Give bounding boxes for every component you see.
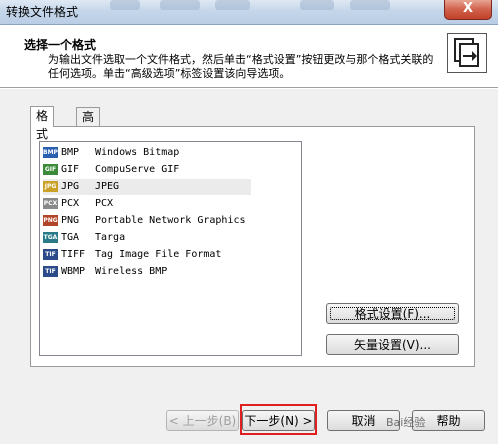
format-ext: PCX — [61, 198, 80, 209]
close-button[interactable]: X — [444, 0, 492, 20]
wizard-header: 选择一个格式 为输出文件选取一个文件格式，然后单击“格式设置”按钮更改与那个格式… — [0, 25, 498, 88]
format-desc: CompuServe GIF — [95, 164, 180, 175]
vector-settings-button[interactable]: 矢量设置(V)... — [326, 334, 459, 355]
blurred-background — [350, 0, 390, 10]
button-label: 格式设置(F)... — [354, 307, 431, 321]
format-desc: JPEG — [95, 181, 120, 192]
blurred-background — [215, 0, 250, 10]
header-separator — [0, 88, 498, 89]
window-title: 转换文件格式 — [6, 5, 79, 19]
format-desc: PCX — [95, 198, 114, 209]
bmp-icon: BMP — [43, 147, 58, 158]
format-desc: Wireless BMP — [95, 266, 168, 277]
list-item-selected[interactable]: JPG JPG JPEG — [43, 179, 251, 195]
step-description: 为输出文件选取一个文件格式，然后单击“格式设置”按钮更改与那个格式关联的任何选项… — [48, 53, 434, 80]
convert-files-icon — [447, 33, 487, 73]
format-settings-button[interactable]: 格式设置(F)... — [326, 303, 459, 324]
button-label: 取消 — [351, 414, 376, 428]
list-item[interactable]: BMP BMP Windows Bitmap — [43, 145, 251, 161]
tab-format[interactable]: 格式 — [30, 106, 55, 141]
gif-icon: GIF — [43, 164, 58, 175]
pcx-icon: PCX — [43, 198, 58, 209]
list-item[interactable]: TGA TGA Targa — [43, 230, 251, 246]
format-desc: Windows Bitmap — [95, 147, 180, 158]
list-item[interactable]: PNG PNG Portable Network Graphics — [43, 213, 251, 229]
title-bar: 转换文件格式 X — [0, 0, 498, 25]
tab-advanced-options[interactable]: 高级选项 — [76, 107, 101, 178]
format-desc: Tag Image File Format — [95, 249, 222, 260]
button-label: < 上一步(B) — [168, 414, 237, 428]
wbmp-icon: TIF — [43, 266, 58, 277]
tab-label: 格式 — [36, 109, 49, 141]
format-ext: JPG — [61, 181, 80, 192]
format-ext: TIFF — [61, 249, 86, 260]
button-label: 矢量设置(V)... — [353, 338, 432, 352]
format-list[interactable]: BMP BMP Windows Bitmap GIF GIF CompuServ… — [39, 141, 302, 356]
step-title: 选择一个格式 — [24, 38, 97, 52]
list-item[interactable]: PCX PCX PCX — [43, 196, 251, 212]
format-ext: GIF — [61, 164, 80, 175]
list-item[interactable]: GIF GIF CompuServe GIF — [43, 162, 251, 178]
back-button[interactable]: < 上一步(B) — [166, 410, 239, 431]
tga-icon: TGA — [43, 232, 58, 243]
blurred-background — [300, 0, 334, 10]
tiff-icon: TIF — [43, 249, 58, 260]
format-ext: TGA — [61, 232, 80, 243]
button-label: 帮助 — [436, 414, 461, 428]
format-ext: PNG — [61, 215, 80, 226]
format-ext: BMP — [61, 147, 80, 158]
close-icon: X — [462, 1, 474, 16]
highlight-box — [240, 404, 317, 435]
list-item[interactable]: TIF TIFF Tag Image File Format — [43, 247, 251, 263]
list-item[interactable]: TIF WBMP Wireless BMP — [43, 264, 251, 280]
blurred-background — [110, 0, 140, 10]
jpg-icon: JPG — [43, 181, 58, 192]
format-desc: Portable Network Graphics — [95, 215, 246, 226]
format-desc: Targa — [95, 232, 126, 243]
png-icon: PNG — [43, 215, 58, 226]
watermark: Bai经验 — [386, 416, 426, 429]
tab-panel-format: BMP BMP Windows Bitmap GIF GIF CompuServ… — [30, 126, 475, 367]
blurred-background — [160, 0, 200, 10]
format-ext: WBMP — [61, 266, 86, 277]
